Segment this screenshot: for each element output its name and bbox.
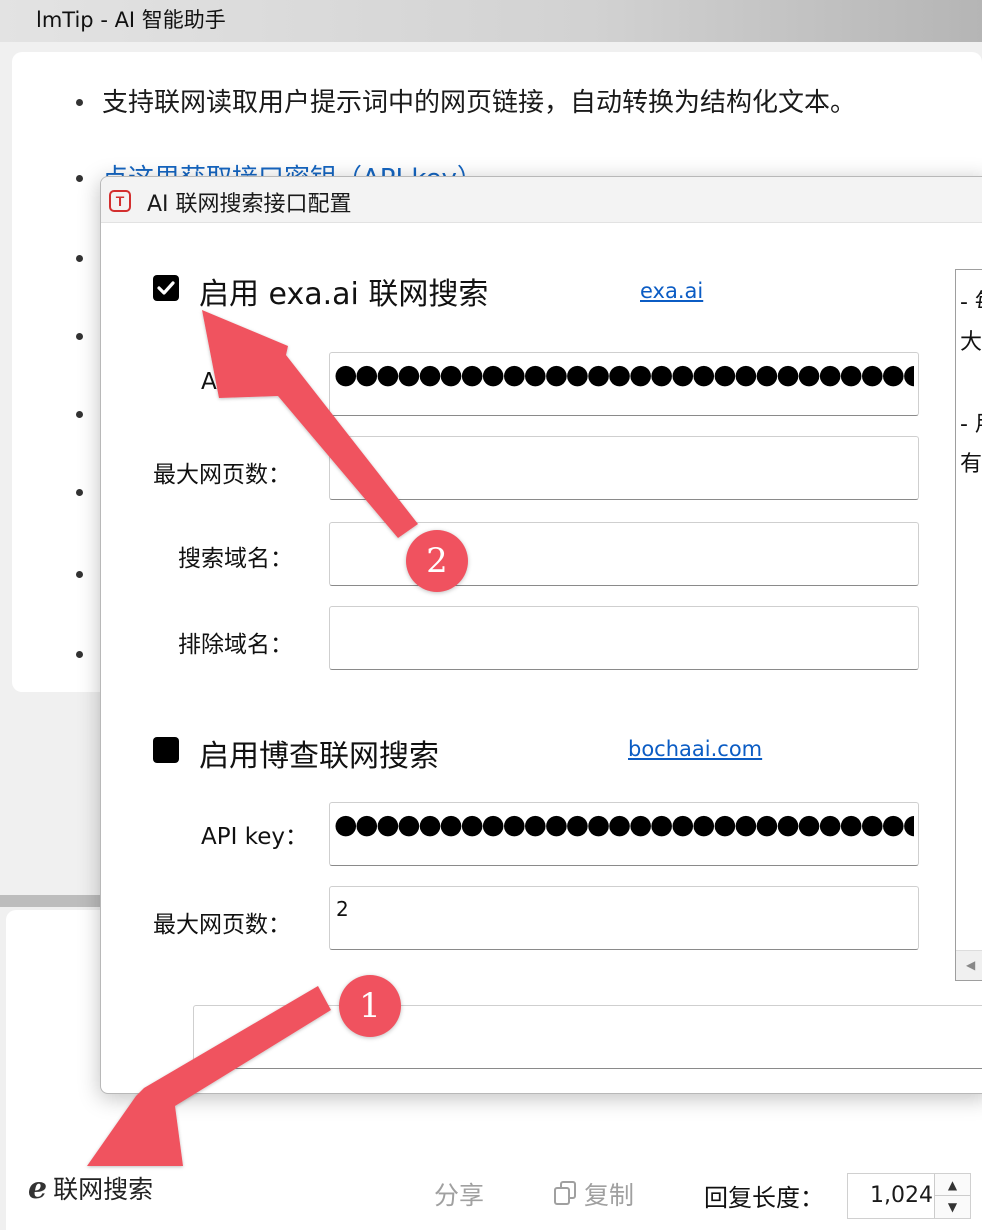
help-text-line: - 每 (960, 290, 982, 315)
bullet-dot (76, 411, 83, 418)
bocha-api-key-mask: ●●●●●●●●●●●●●●●●●●●●●●●●●●●●●●●●●●●●●● (334, 809, 914, 840)
decrement-button[interactable]: ▼ (934, 1196, 970, 1218)
bullet-dot (76, 489, 83, 496)
bullet-dot (76, 255, 83, 262)
scroll-left-arrow[interactable]: ◀ (956, 950, 982, 980)
bocha-api-key-field[interactable]: ●●●●●●●●●●●●●●●●●●●●●●●●●●●●●●●●●●●●●● (329, 802, 919, 866)
exa-max-pages-label: 最大网页数： (153, 462, 291, 488)
annotation-badge-1: 1 (339, 975, 401, 1037)
bullet-dot (76, 99, 83, 106)
help-text-line: - 用 (960, 412, 982, 437)
annotation-badge-2: 2 (406, 530, 468, 592)
exa-enable-checkbox[interactable] (153, 275, 179, 301)
search-config-dialog: T AI 联网搜索接口配置 启用 exa.ai 联网搜索 exa.ai A ●●… (100, 176, 982, 1094)
dialog-titlebar: T AI 联网搜索接口配置 (101, 177, 982, 223)
help-text-panel[interactable]: - 每 大 - 用 有 ◀ (955, 269, 982, 981)
search-domain-label: 搜索域名： (178, 546, 293, 572)
reply-length-label: 回复长度： (704, 1184, 824, 1212)
copy-label: 复制 (584, 1181, 635, 1210)
bullet-dot (76, 571, 83, 578)
dialog-bottom-input[interactable] (193, 1005, 982, 1069)
exa-max-pages-value: 2 (336, 447, 349, 471)
exa-enable-label[interactable]: 启用 exa.ai 联网搜索 (199, 269, 488, 313)
exclude-domain-field[interactable] (329, 606, 919, 670)
exa-api-key-mask: ●●●●●●●●●●●●●●●●●●●●●●●●●●●●●●●●●●●●●●● (334, 359, 914, 390)
bullet-dot (76, 333, 83, 340)
bullet-text: 支持联网读取用户提示词中的网页链接，自动转换为结构化文本。 (102, 88, 857, 118)
bullet-dot (76, 651, 83, 658)
app-logo-icon: T (109, 190, 131, 212)
exa-max-pages-field[interactable]: 2 (329, 436, 919, 500)
increment-button[interactable]: ▲ (934, 1174, 970, 1196)
bocha-site-link[interactable]: bochaai.com (628, 737, 762, 761)
share-button[interactable]: 分享 (434, 1176, 484, 1212)
bocha-enable-label[interactable]: 启用博查联网搜索 (199, 731, 439, 775)
exa-api-key-field[interactable]: ●●●●●●●●●●●●●●●●●●●●●●●●●●●●●●●●●●●●●●● (329, 352, 919, 416)
help-text-line: 有 (960, 452, 982, 477)
main-window-title: lmTip - AI 智能助手 (0, 0, 982, 42)
web-search-button[interactable]: e 联网搜索 (28, 1168, 153, 1208)
dialog-title: AI 联网搜索接口配置 (147, 192, 352, 217)
checkmark-icon (157, 281, 175, 295)
bocha-api-key-label: API key： (201, 824, 308, 850)
browser-e-icon: e (28, 1170, 48, 1206)
bocha-max-pages-field[interactable]: 2 (329, 886, 919, 950)
exa-api-key-label: A (201, 369, 217, 395)
copy-icon (552, 1181, 578, 1207)
exa-site-link[interactable]: exa.ai (640, 279, 703, 303)
web-search-label: 联网搜索 (53, 1175, 154, 1204)
bocha-enable-checkbox[interactable] (153, 737, 179, 763)
exclude-domain-label: 排除域名： (178, 632, 293, 658)
help-text-line: 大 (960, 330, 982, 355)
bocha-max-pages-label: 最大网页数： (153, 912, 291, 938)
divider (0, 895, 110, 907)
bocha-max-pages-value: 2 (336, 897, 349, 921)
copy-button[interactable]: 复制 (552, 1176, 634, 1212)
bullet-dot (76, 175, 83, 182)
